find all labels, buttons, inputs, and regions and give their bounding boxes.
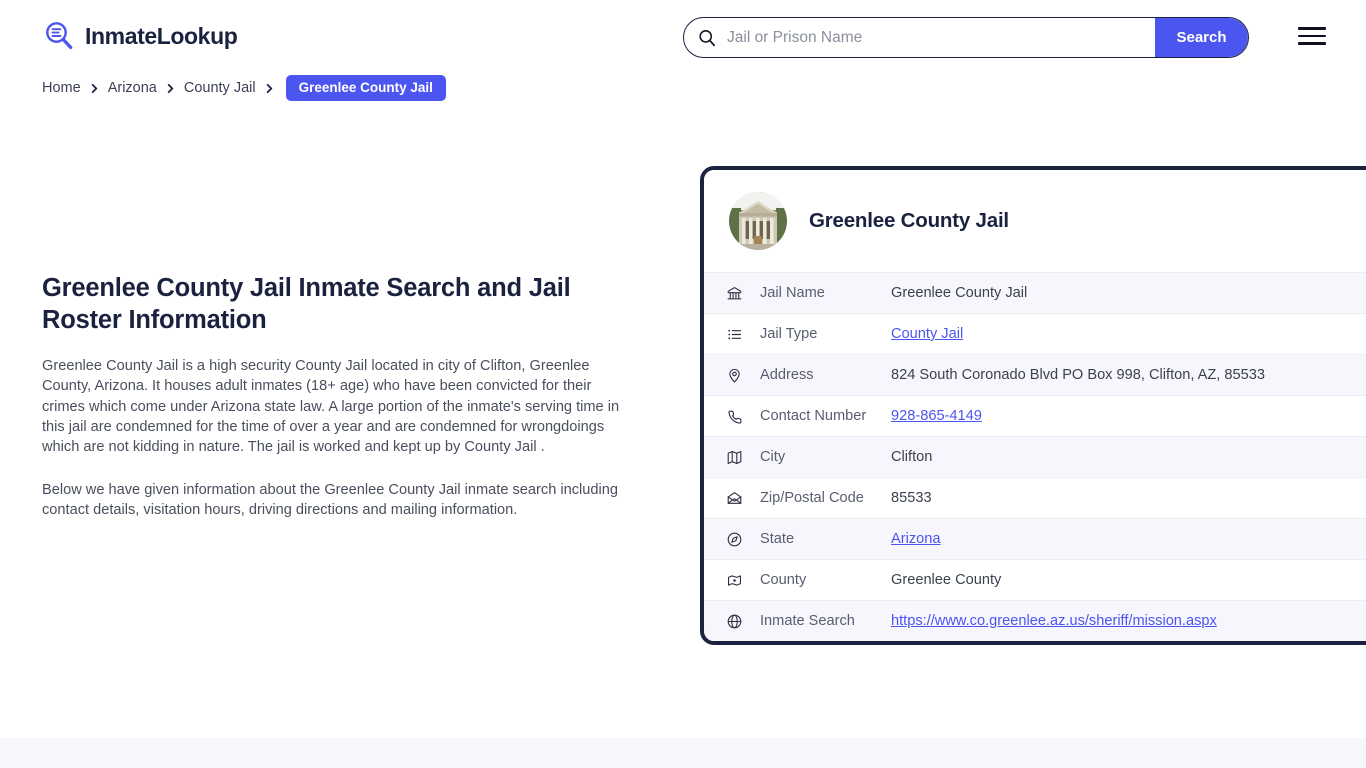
courthouse-photo xyxy=(729,192,787,250)
breadcrumb-item-county-jail[interactable]: County Jail xyxy=(184,80,256,96)
hamburger-bar xyxy=(1298,27,1326,30)
breadcrumb: Home Arizona County Jail Greenlee County… xyxy=(42,75,446,101)
row-label: Jail Name xyxy=(760,285,825,301)
table-row: City Clifton xyxy=(704,436,1366,477)
card-header: Greenlee County Jail xyxy=(704,170,1366,272)
globe-icon xyxy=(726,613,743,630)
search-icon xyxy=(698,29,716,47)
row-value-link[interactable]: County Jail xyxy=(891,326,963,342)
chevron-right-icon xyxy=(166,83,175,93)
hamburger-bar xyxy=(1298,34,1326,38)
row-label: Jail Type xyxy=(760,326,818,342)
list-icon xyxy=(726,326,743,343)
table-row: Address 824 South Coronado Blvd PO Box 9… xyxy=(704,354,1366,395)
table-row: County Greenlee County xyxy=(704,559,1366,600)
secondary-paragraph: Below we have given information about th… xyxy=(42,482,618,519)
map-pin-icon xyxy=(726,367,743,384)
jail-info-card: Greenlee County Jail Jail Name Greenlee … xyxy=(700,166,1366,645)
brand-name: InmateLookup xyxy=(85,22,238,49)
row-value-link[interactable]: Arizona xyxy=(891,531,940,547)
hamburger-bar xyxy=(1298,42,1326,45)
row-label: Address xyxy=(760,367,814,383)
page-title: Greenlee County Jail Inmate Search and J… xyxy=(42,274,571,335)
row-value-link[interactable]: https://www.co.greenlee.az.us/sheriff/mi… xyxy=(891,613,1217,629)
row-label: State xyxy=(760,531,795,547)
card-title: Greenlee County Jail xyxy=(809,209,1009,232)
footer-band xyxy=(0,738,1366,768)
article-column: Greenlee County Jail Inmate Search and J… xyxy=(42,272,638,521)
intro-paragraph: Greenlee County Jail is a high security … xyxy=(42,358,620,456)
hamburger-icon[interactable] xyxy=(1298,24,1326,48)
county-icon xyxy=(726,572,743,589)
magnifier-list-icon xyxy=(42,19,76,53)
mail-icon xyxy=(726,490,743,507)
map-icon xyxy=(726,449,743,466)
table-row: State Arizona xyxy=(704,518,1366,559)
breadcrumb-item-home[interactable]: Home xyxy=(42,80,81,96)
search-button[interactable]: Search xyxy=(1155,18,1248,57)
row-value: 824 South Coronado Blvd PO Box 998, Clif… xyxy=(891,367,1266,383)
row-label: City xyxy=(760,449,786,465)
search-input[interactable] xyxy=(716,18,1155,57)
row-value-link[interactable]: 928-865-4149 xyxy=(891,408,982,424)
row-label: Inmate Search xyxy=(760,613,855,629)
row-label: County xyxy=(760,572,807,588)
bank-icon xyxy=(726,285,743,302)
phone-icon xyxy=(726,408,743,425)
chevron-right-icon xyxy=(90,83,99,93)
compass-icon xyxy=(726,531,743,548)
row-value: Greenlee County Jail xyxy=(891,285,1028,301)
row-value: Clifton xyxy=(891,449,933,465)
breadcrumb-item-arizona[interactable]: Arizona xyxy=(108,80,157,96)
breadcrumb-current: Greenlee County Jail xyxy=(285,75,446,101)
row-label: Contact Number xyxy=(760,408,867,424)
chevron-right-icon xyxy=(265,83,274,93)
table-row: Inmate Search https://www.co.greenlee.az… xyxy=(704,600,1366,641)
site-header: InmateLookup Search xyxy=(0,0,1366,73)
table-row: Jail Type County Jail xyxy=(704,313,1366,354)
search-bar[interactable]: Search xyxy=(683,17,1249,58)
table-row: Jail Name Greenlee County Jail xyxy=(704,272,1366,313)
row-value: 85533 xyxy=(891,490,932,506)
row-value: Greenlee County xyxy=(891,572,1002,588)
row-label: Zip/Postal Code xyxy=(760,490,864,506)
table-row: Zip/Postal Code 85533 xyxy=(704,477,1366,518)
table-row: Contact Number 928-865-4149 xyxy=(704,395,1366,436)
brand-logo[interactable]: InmateLookup xyxy=(42,19,238,53)
